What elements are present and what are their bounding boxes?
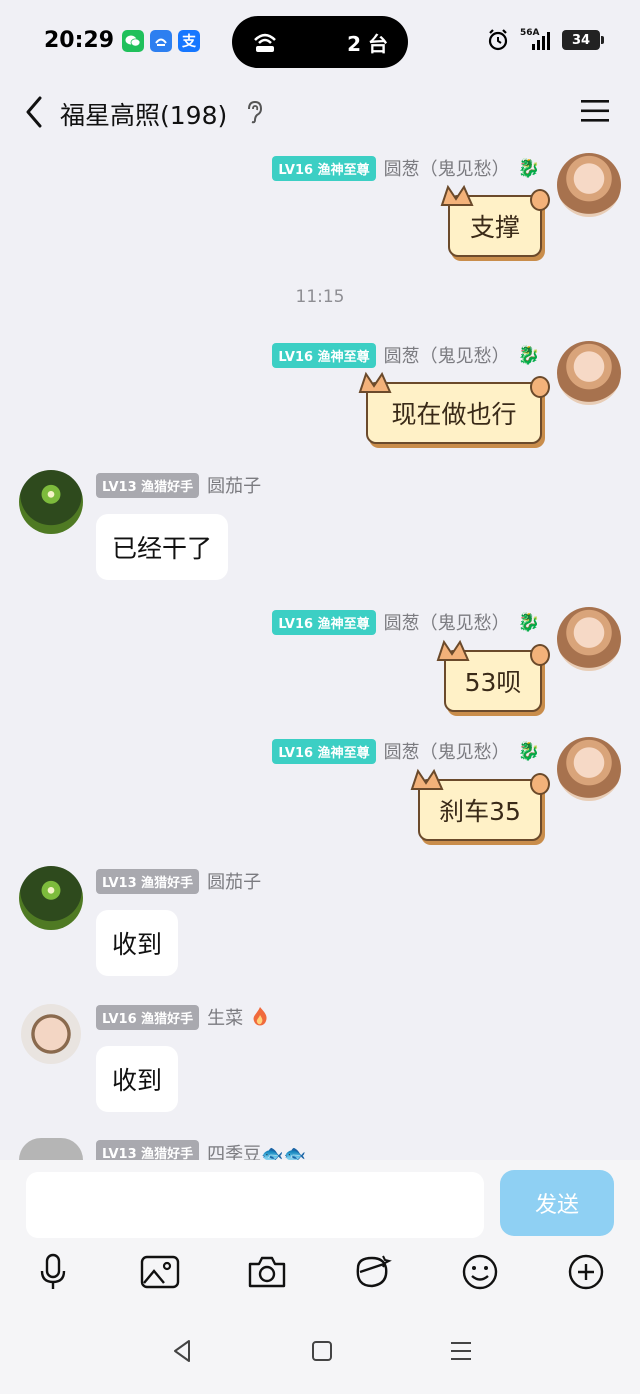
- avatar[interactable]: [557, 341, 621, 405]
- message-text: 已经干了: [112, 534, 213, 563]
- sender-name[interactable]: 圆葱（鬼见愁）: [384, 738, 510, 764]
- sender-meta: LV16 渔神至尊 圆葱（鬼见愁） 🐉: [272, 342, 540, 368]
- message-bubble[interactable]: 刹车35: [410, 768, 550, 841]
- sender-meta: LV16 渔猎好手 生菜: [96, 1004, 269, 1030]
- flame-icon: [253, 1007, 267, 1026]
- cat-ears-icon: [410, 768, 444, 790]
- nav-home-icon[interactable]: [310, 1338, 334, 1364]
- signal-icon: 56A: [518, 28, 554, 52]
- level-badge: LV16 渔猎好手: [96, 1004, 200, 1030]
- back-arrow-icon[interactable]: [22, 94, 46, 130]
- avatar[interactable]: [557, 737, 621, 801]
- level-badge: LV13 渔猎好手: [96, 472, 200, 498]
- message-text: 现在做也行: [391, 400, 517, 429]
- avatar[interactable]: [557, 153, 621, 217]
- sender-name[interactable]: 圆茄子: [207, 472, 261, 498]
- level-badge: LV16 渔神至尊: [272, 609, 376, 635]
- nav-recents-icon[interactable]: [448, 1338, 474, 1364]
- level-badge: LV13 渔猎好手: [96, 868, 200, 894]
- sender-name[interactable]: 圆茄子: [207, 868, 261, 894]
- sender-name[interactable]: 四季豆🐟🐟: [207, 1140, 306, 1160]
- sticker-icon[interactable]: [350, 1250, 394, 1294]
- emoji-icon[interactable]: [458, 1250, 502, 1294]
- level-badge: LV16 渔神至尊: [272, 342, 376, 368]
- sender-name[interactable]: 生菜: [207, 1004, 243, 1030]
- avatar[interactable]: [19, 470, 83, 534]
- app-notification-icon: [150, 30, 172, 52]
- dragon-icon: 🐉: [517, 740, 540, 762]
- status-bar: 20:29 支 2 台 56A 34: [0, 0, 640, 84]
- cat-tail-icon: [530, 189, 550, 211]
- message-bubble[interactable]: 现在做也行: [358, 371, 550, 444]
- dragon-icon: 🐉: [517, 157, 540, 179]
- message-text: 收到: [112, 930, 163, 959]
- alarm-icon: [488, 29, 508, 51]
- sender-name[interactable]: 圆葱（鬼见愁）: [384, 609, 510, 635]
- sender-name[interactable]: 圆葱（鬼见愁）: [384, 155, 510, 181]
- level-badge: LV16 渔神至尊: [272, 738, 376, 764]
- avatar[interactable]: [21, 1004, 81, 1064]
- group-title: 福星高照(198): [60, 101, 228, 130]
- cat-ears-icon: [358, 371, 392, 393]
- dragon-icon: 🐉: [517, 344, 540, 366]
- camera-icon[interactable]: [245, 1250, 289, 1294]
- avatar[interactable]: [19, 1138, 83, 1160]
- hotspot-icon: [254, 33, 276, 52]
- sender-meta: LV13 渔猎好手 圆茄子: [96, 472, 261, 498]
- dragon-icon: 🐉: [517, 611, 540, 633]
- cat-tail-icon: [530, 376, 550, 398]
- alipay-icon: 支: [178, 30, 200, 52]
- chat-header: 福星高照(198): [0, 84, 640, 140]
- nav-back-icon[interactable]: [170, 1338, 194, 1364]
- image-icon[interactable]: [138, 1250, 182, 1294]
- send-button[interactable]: 发送: [500, 1170, 614, 1236]
- chat-input-area: 发送: [0, 1160, 640, 1394]
- notification-icons: 支: [122, 30, 200, 52]
- level-badge: LV13 渔猎好手: [96, 1140, 200, 1160]
- sender-meta: LV13 渔猎好手 圆茄子: [96, 868, 261, 894]
- message-text: 刹车35: [439, 797, 521, 826]
- sender-meta: LV16 渔神至尊 圆葱（鬼见愁） 🐉: [272, 738, 540, 764]
- sender-meta: LV13 渔猎好手 四季豆🐟🐟: [96, 1140, 306, 1160]
- input-toolbar: [0, 1250, 640, 1300]
- message-text: 收到: [112, 1066, 163, 1095]
- sender-meta: LV16 渔神至尊 圆葱（鬼见愁） 🐉: [272, 155, 540, 181]
- message-bubble[interactable]: 收到: [96, 910, 179, 976]
- avatar[interactable]: [19, 866, 83, 930]
- wechat-icon: [122, 30, 144, 52]
- message-text: 53呗: [464, 668, 522, 697]
- cat-ears-icon: [436, 639, 470, 661]
- message-bubble[interactable]: 已经干了: [96, 514, 229, 580]
- message-input[interactable]: [26, 1172, 484, 1238]
- cat-tail-icon: [530, 773, 550, 795]
- cat-ears-icon: [440, 184, 474, 206]
- message-text: 支撑: [469, 213, 520, 242]
- message-timestamp: 11:15: [295, 287, 345, 307]
- status-time: 20:29: [44, 28, 115, 53]
- battery-icon: 34: [562, 30, 604, 50]
- message-bubble[interactable]: 收到: [96, 1046, 179, 1112]
- system-icons: 56A 34: [486, 28, 604, 52]
- cat-tail-icon: [530, 644, 550, 666]
- microphone-icon[interactable]: [31, 1250, 75, 1294]
- menu-icon[interactable]: [580, 98, 610, 124]
- ear-icon[interactable]: [244, 100, 264, 124]
- level-badge: LV16 渔神至尊: [272, 155, 376, 181]
- message-bubble[interactable]: 支撑: [440, 184, 550, 257]
- dynamic-island: 2 台: [232, 16, 408, 68]
- sender-meta: LV16 渔神至尊 圆葱（鬼见愁） 🐉: [272, 609, 540, 635]
- sender-name[interactable]: 圆葱（鬼见愁）: [384, 342, 510, 368]
- device-count: 2 台: [347, 32, 388, 56]
- message-bubble[interactable]: 53呗: [436, 639, 550, 712]
- avatar[interactable]: [557, 607, 621, 671]
- plus-icon[interactable]: [564, 1250, 608, 1294]
- system-navbar: [0, 1338, 640, 1378]
